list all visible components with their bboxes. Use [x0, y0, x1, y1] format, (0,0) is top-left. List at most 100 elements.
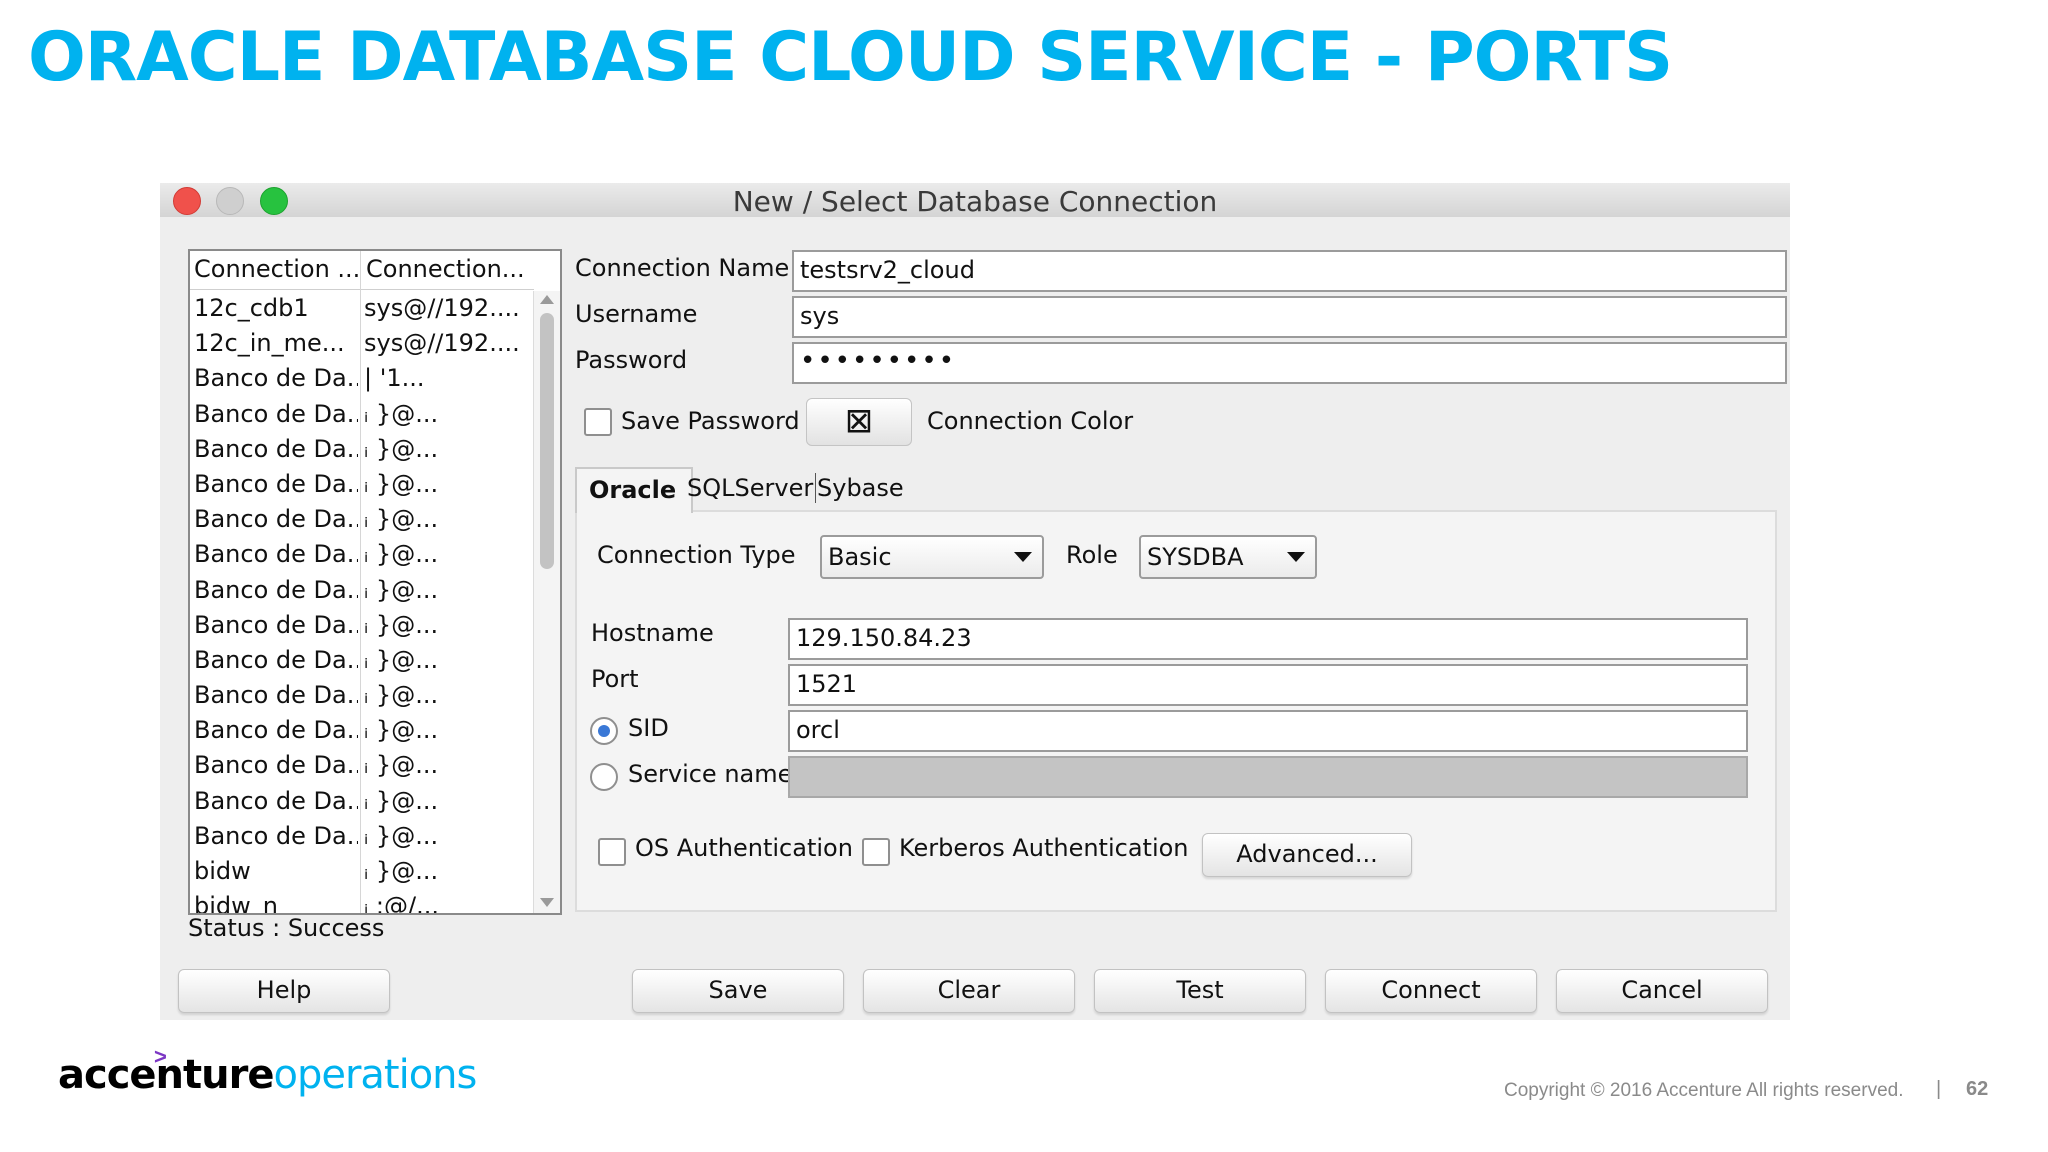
list-item[interactable]: Banco de Da... ᵢ }@...: [190, 784, 534, 819]
connection-name-cell: Banco de Da...: [194, 434, 358, 463]
connection-details-cell: ᵢ ;@/...: [364, 892, 439, 915]
connection-name-cell: bidw_n: [194, 892, 278, 915]
chevron-down-icon: [1287, 552, 1305, 562]
connection-name-input[interactable]: testsrv2_cloud: [792, 250, 1787, 292]
column-header-connection-details[interactable]: Connection...: [366, 255, 525, 283]
port-input[interactable]: 1521: [788, 664, 1748, 706]
connection-name-cell: Banco de Da...: [194, 716, 358, 745]
sid-label: SID: [628, 714, 669, 742]
list-item[interactable]: Banco de Da... ᵢ }@...: [190, 748, 534, 783]
connection-details-cell: ᵢ }@...: [364, 751, 439, 780]
list-scrollbar[interactable]: [533, 291, 560, 913]
connection-type-label: Connection Type: [597, 541, 796, 569]
list-item[interactable]: Banco de Da... ᵢ }@...: [190, 678, 534, 713]
column-header-connection-name[interactable]: Connection ...: [194, 255, 360, 283]
sid-input[interactable]: orcl: [788, 710, 1748, 752]
connection-name-cell: Banco de Da...: [194, 540, 358, 569]
connection-name-cell: bidw: [194, 857, 251, 885]
list-item[interactable]: Banco de Da... | '1...: [190, 361, 534, 396]
test-button[interactable]: Test: [1094, 969, 1306, 1013]
connection-name-cell: Banco de Da...: [194, 364, 358, 393]
password-label: Password: [575, 346, 688, 374]
list-item[interactable]: Banco de Da... ᵢ }@...: [190, 608, 534, 643]
scroll-down-icon[interactable]: [540, 898, 554, 907]
connection-name-cell: Banco de Da...: [194, 645, 358, 674]
connection-name-cell: Banco de Da...: [194, 751, 358, 780]
window-title: New / Select Database Connection: [732, 185, 1218, 218]
connection-details-cell: ᵢ }@...: [364, 610, 439, 639]
connection-name-cell: 12c_in_me...: [194, 329, 345, 358]
connection-type-select[interactable]: Basic: [820, 535, 1044, 579]
list-item[interactable]: bidw_n ᵢ ;@/...: [190, 889, 534, 915]
connection-name-cell: Banco de Da...: [194, 469, 358, 498]
scroll-up-icon[interactable]: [540, 295, 554, 304]
password-input[interactable]: •••••••••: [792, 342, 1787, 384]
advanced-button[interactable]: Advanced...: [1202, 833, 1412, 877]
logo-accenture-text: accenture: [58, 1052, 274, 1098]
accenture-operations-logo: accentureoperations: [58, 1052, 477, 1098]
tab-sybase[interactable]: Sybase: [805, 467, 916, 511]
sid-radio[interactable]: [590, 717, 618, 745]
list-item[interactable]: Banco de Da... ᵢ }@...: [190, 432, 534, 467]
connection-name-cell: Banco de Da...: [194, 399, 358, 428]
connection-color-label: Connection Color: [927, 407, 1134, 435]
connection-name-label: Connection Name: [575, 254, 790, 282]
connection-details-cell: ᵢ }@...: [364, 716, 439, 745]
save-password-label: Save Password: [621, 407, 800, 435]
page-number: 62: [1966, 1078, 1989, 1100]
help-button[interactable]: Help: [178, 969, 390, 1013]
list-item[interactable]: Banco de Da... ᵢ }@...: [190, 643, 534, 678]
service-name-radio[interactable]: [590, 763, 618, 791]
list-item[interactable]: Banco de Da... ᵢ }@...: [190, 537, 534, 572]
save-password-checkbox[interactable]: [584, 408, 612, 436]
list-item[interactable]: 12c_cdb1 sys@//192....: [190, 291, 534, 326]
connection-details-cell: ᵢ }@...: [364, 645, 439, 674]
connection-details-cell: ᵢ }@...: [364, 857, 439, 885]
connection-type-value: Basic: [828, 543, 892, 571]
list-item[interactable]: Banco de Da... ᵢ }@...: [190, 397, 534, 432]
connection-details-cell: ᵢ }@...: [364, 681, 439, 710]
chevron-down-icon: [1014, 552, 1032, 562]
role-select[interactable]: SYSDBA: [1139, 535, 1317, 579]
list-item[interactable]: Banco de Da... ᵢ }@...: [190, 467, 534, 502]
connect-button[interactable]: Connect: [1325, 969, 1537, 1013]
connection-details-cell: ᵢ }@...: [364, 821, 439, 850]
connection-details-cell: ᵢ }@...: [364, 540, 439, 569]
connection-name-cell: Banco de Da...: [194, 610, 358, 639]
copyright-text: Copyright © 2016 Accenture All rights re…: [1504, 1080, 1904, 1101]
list-item[interactable]: Banco de Da... ᵢ }@...: [190, 502, 534, 537]
connection-color-button[interactable]: ⊠: [806, 398, 912, 446]
username-input[interactable]: sys: [792, 296, 1787, 338]
save-button[interactable]: Save: [632, 969, 844, 1013]
tab-sqlserver[interactable]: SQLServer: [675, 467, 825, 511]
port-label: Port: [591, 665, 639, 693]
hostname-input[interactable]: 129.150.84.23: [788, 618, 1748, 660]
list-item[interactable]: Banco de Da... ᵢ }@...: [190, 573, 534, 608]
list-item[interactable]: 12c_in_me... sys@//192....: [190, 326, 534, 361]
role-value: SYSDBA: [1147, 543, 1244, 571]
connection-list[interactable]: Connection ... Connection... 12c_cdb1 sys…: [188, 249, 562, 915]
connection-details-cell: | '1...: [364, 364, 425, 393]
list-item[interactable]: bidw ᵢ }@...: [190, 854, 534, 889]
kerberos-authentication-checkbox[interactable]: [862, 838, 890, 866]
connection-dialog: New / Select Database Connection Connect…: [160, 183, 1790, 1020]
connection-details-cell: sys@//192....: [364, 329, 520, 358]
list-item[interactable]: Banco de Da... ᵢ }@...: [190, 713, 534, 748]
service-name-input: [788, 756, 1748, 798]
hostname-label: Hostname: [591, 619, 714, 647]
no-color-icon: ⊠: [844, 401, 874, 441]
status-text: Status : Success: [188, 914, 385, 942]
clear-button[interactable]: Clear: [863, 969, 1075, 1013]
kerberos-authentication-label: Kerberos Authentication: [899, 834, 1189, 862]
page-separator: |: [1936, 1078, 1942, 1100]
slide-title: ORACLE DATABASE CLOUD SERVICE - PORTS: [28, 18, 1673, 97]
connection-details-cell: ᵢ }@...: [364, 505, 439, 534]
connection-rows: 12c_cdb1 sys@//192.... 12c_in_me... sys@//1…: [190, 291, 534, 915]
list-item[interactable]: Banco de Da... ᵢ }@...: [190, 819, 534, 854]
connection-name-cell: Banco de Da...: [194, 505, 358, 534]
connection-name-cell: 12c_cdb1: [194, 294, 309, 322]
os-authentication-checkbox[interactable]: [598, 838, 626, 866]
window-titlebar[interactable]: New / Select Database Connection: [160, 183, 1790, 218]
scrollbar-thumb[interactable]: [540, 313, 554, 569]
cancel-button[interactable]: Cancel: [1556, 969, 1768, 1013]
